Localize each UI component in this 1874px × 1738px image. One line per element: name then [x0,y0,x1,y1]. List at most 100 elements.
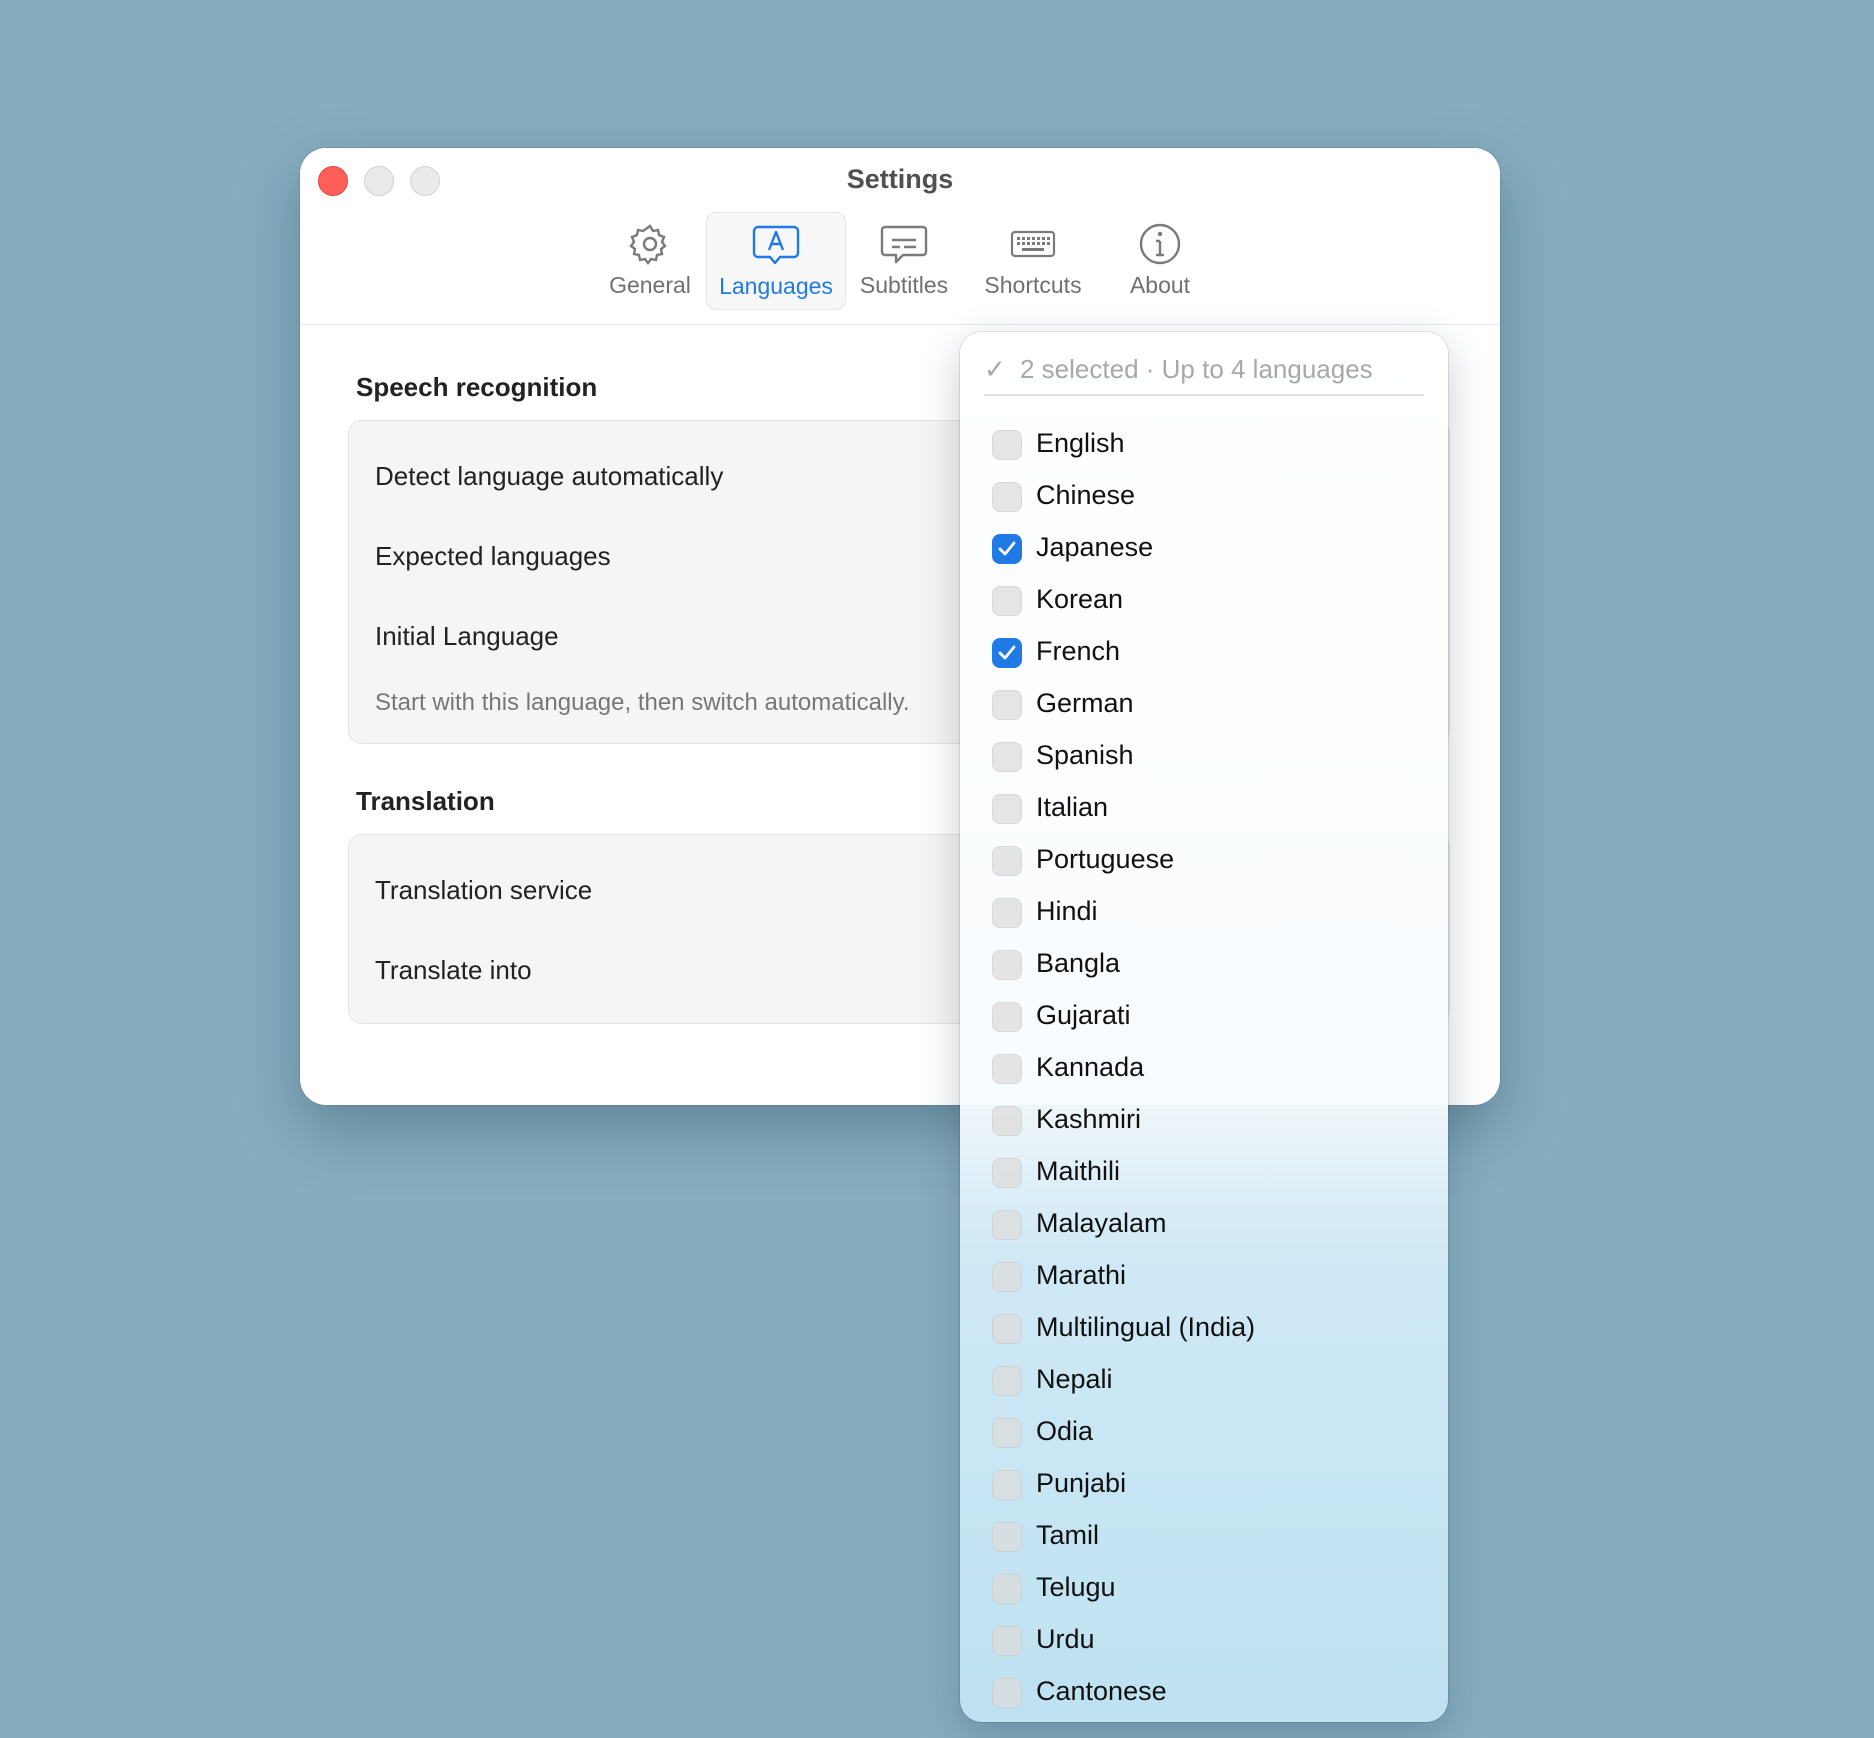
language-option[interactable]: Odia [992,1408,1422,1460]
language-option-label: Italian [1036,792,1109,822]
titlebar: Settings General Languages Subtitles Sho… [300,148,1500,325]
language-checkbox[interactable] [992,1366,1022,1396]
language-option[interactable]: Italian [992,784,1422,836]
language-checkbox[interactable] [992,1158,1022,1188]
language-checkbox[interactable] [992,1002,1022,1032]
language-icon [752,225,800,265]
initial-language-label: Initial Language [375,621,559,651]
language-checkbox[interactable] [992,1470,1022,1500]
language-checkbox[interactable] [992,846,1022,876]
tab-label: Languages [719,273,833,299]
language-checkbox[interactable] [992,950,1022,980]
language-checkbox[interactable] [992,482,1022,512]
language-option[interactable]: Hindi [992,888,1422,940]
language-checkbox[interactable] [992,1314,1022,1344]
translation-service-label: Translation service [375,875,593,905]
initial-language-hint: Start with this language, then switch au… [375,689,910,716]
language-checkbox[interactable] [992,898,1022,928]
language-checkbox[interactable] [992,1574,1022,1604]
language-option[interactable]: Korean [992,576,1422,628]
detect-language-label: Detect language automatically [375,461,724,491]
tab-label: Subtitles [859,272,949,298]
language-option-label: Hindi [1036,896,1098,926]
subtitles-icon [880,225,928,264]
language-option-label: French [1036,636,1121,666]
checkmark-icon: ✓ [984,354,1006,384]
language-option-label: Bangla [1036,948,1121,978]
language-checkbox[interactable] [992,586,1022,616]
language-option[interactable]: Malayalam [992,1200,1422,1252]
tab-general[interactable]: General [606,212,694,308]
language-option[interactable]: Nepali [992,1356,1422,1408]
language-option-label: Maithili [1036,1156,1121,1186]
dropdown-header: ✓ 2 selected · Up to 4 languages [984,350,1424,396]
language-option-label: Multilingual (India) [1036,1312,1256,1342]
language-option-label: German [1036,688,1134,718]
language-option[interactable]: French [992,628,1422,680]
language-checkbox[interactable] [992,638,1022,668]
language-option-label: Japanese [1036,532,1154,562]
language-option[interactable]: Cantonese [992,1668,1422,1720]
language-option-label: Gujarati [1036,1000,1131,1030]
language-checkbox[interactable] [992,1418,1022,1448]
language-option[interactable]: Kannada [992,1044,1422,1096]
language-option-label: Odia [1036,1416,1094,1446]
window-title: Settings [846,164,954,194]
language-checkbox[interactable] [992,1678,1022,1708]
language-checkbox[interactable] [992,742,1022,772]
language-option[interactable]: Marathi [992,1252,1422,1304]
selection-summary: 2 selected · Up to 4 languages [1020,354,1373,384]
speech-recognition-title: Speech recognition [356,372,598,402]
language-option-label: Punjabi [1036,1468,1127,1498]
language-option-label: Tamil [1036,1520,1100,1550]
language-checkbox[interactable] [992,1262,1022,1292]
language-option[interactable]: Kashmiri [992,1096,1422,1148]
language-option[interactable]: Maithili [992,1148,1422,1200]
tab-label: About [1129,272,1191,298]
language-option[interactable]: Bangla [992,940,1422,992]
language-option-label: Telugu [1036,1572,1116,1602]
info-icon [1139,223,1181,265]
language-option[interactable]: Punjabi [992,1460,1422,1512]
tab-about[interactable]: About [1116,212,1204,308]
language-checkbox[interactable] [992,1210,1022,1240]
language-checkbox[interactable] [992,1522,1022,1552]
language-option-label: Chinese [1036,480,1136,510]
expected-languages-label: Expected languages [375,541,611,571]
languages-dropdown[interactable]: ✓ 2 selected · Up to 4 languages English… [960,332,1448,1722]
translation-title: Translation [356,786,495,816]
language-option[interactable]: Japanese [992,524,1422,576]
tab-shortcuts[interactable]: Shortcuts [978,212,1088,308]
tab-label: Shortcuts [984,272,1082,298]
language-option[interactable]: Urdu [992,1616,1422,1668]
language-option-label: Portuguese [1036,844,1175,874]
language-checkbox[interactable] [992,794,1022,824]
language-checkbox[interactable] [992,534,1022,564]
tab-languages[interactable]: Languages [706,212,846,310]
language-checkbox[interactable] [992,690,1022,720]
language-checkbox[interactable] [992,430,1022,460]
language-option-label: Marathi [1036,1260,1127,1290]
language-option-label: Kannada [1036,1052,1145,1082]
language-option[interactable]: Spanish [992,732,1422,784]
language-option[interactable]: Multilingual (India) [992,1304,1422,1356]
language-option-label: Nepali [1036,1364,1113,1394]
language-option[interactable]: Telugu [992,1564,1422,1616]
language-option[interactable]: German [992,680,1422,732]
language-option-label: Korean [1036,584,1124,614]
language-option[interactable]: Gujarati [992,992,1422,1044]
language-option[interactable]: Tamil [992,1512,1422,1564]
keyboard-icon [1010,230,1056,258]
language-checkbox[interactable] [992,1626,1022,1656]
language-option[interactable]: Chinese [992,472,1422,524]
language-options-list: English Chinese Japanese Korean French German… [992,420,1422,1720]
language-checkbox[interactable] [992,1106,1022,1136]
gear-icon [629,224,667,265]
language-option-label: Spanish [1036,740,1134,770]
check-icon [998,645,1016,660]
language-checkbox[interactable] [992,1054,1022,1084]
tab-subtitles[interactable]: Subtitles [856,212,952,308]
language-option[interactable]: English [992,420,1422,472]
language-option-label: English [1036,428,1125,458]
language-option[interactable]: Portuguese [992,836,1422,888]
